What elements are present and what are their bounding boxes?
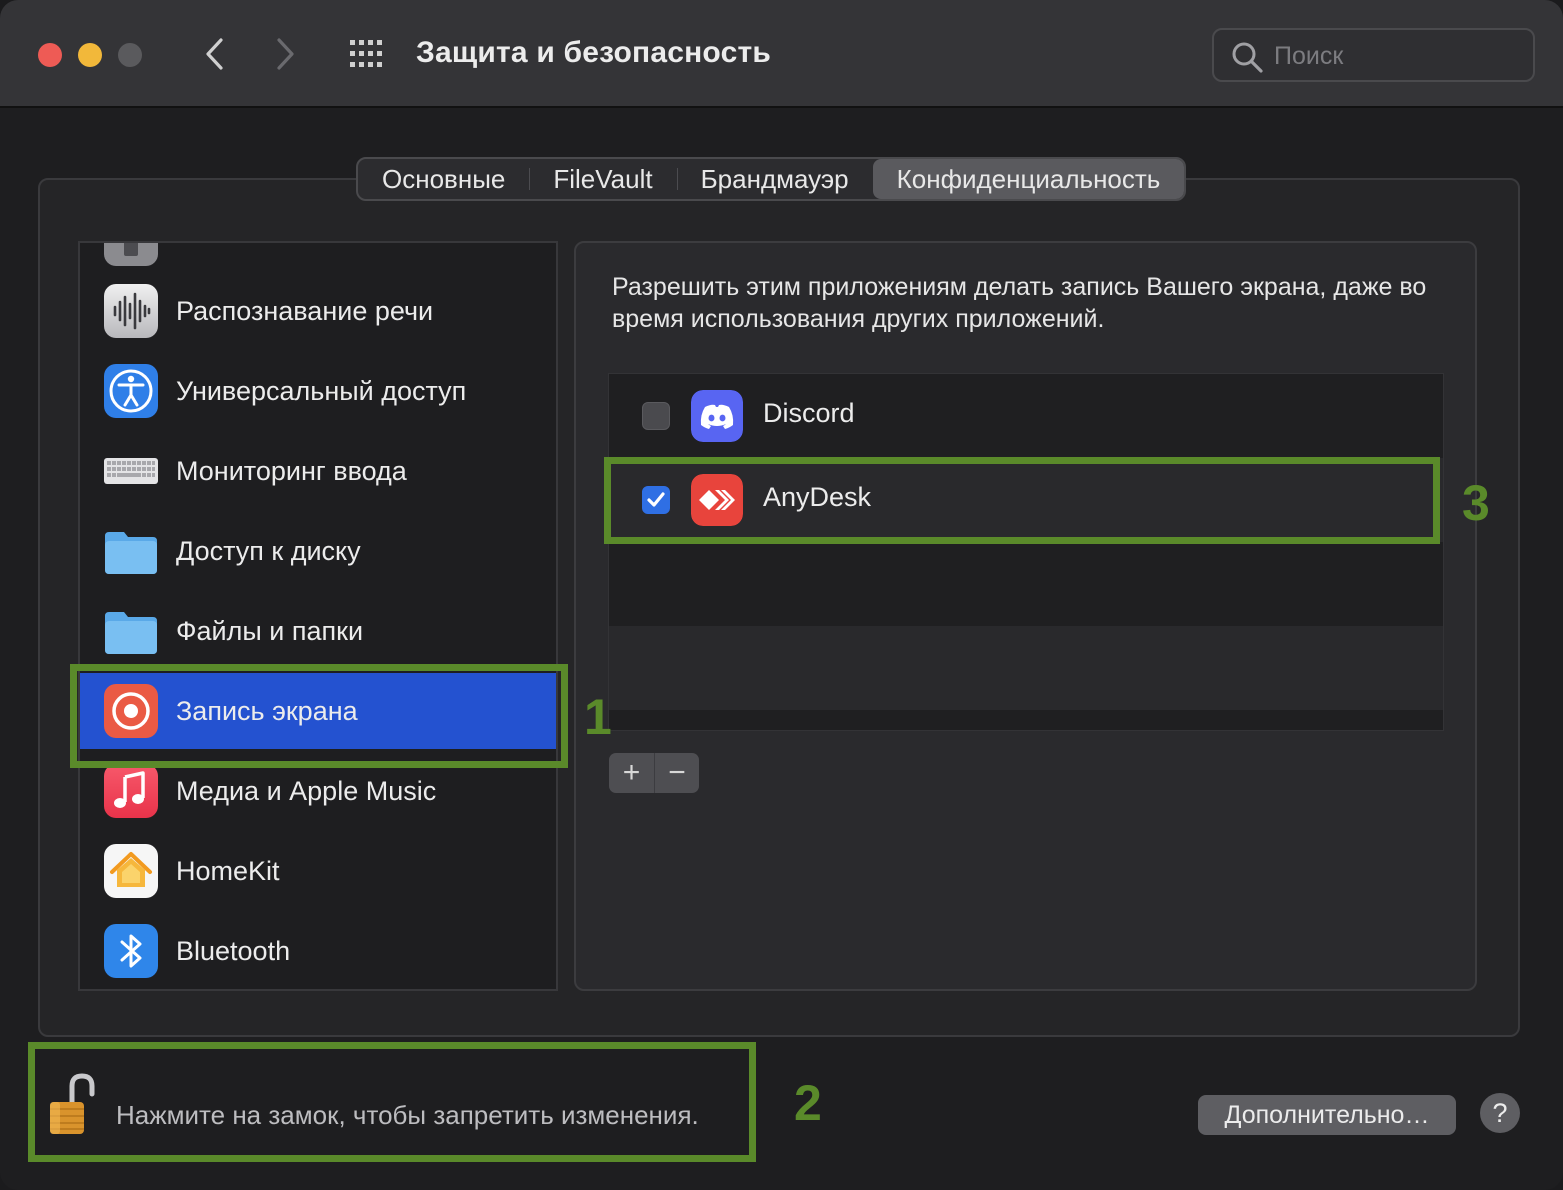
- tab-privacy[interactable]: Конфиденциальность: [872, 159, 1185, 199]
- search-field[interactable]: [1212, 28, 1535, 82]
- folder-icon: [105, 532, 157, 574]
- chevron-right-icon: [277, 38, 294, 70]
- sidebar-item-label: Bluetooth: [176, 935, 291, 966]
- annotation-marker-1: 1: [584, 689, 612, 745]
- discord-checkbox[interactable]: [642, 402, 670, 430]
- speech-recognition-icon: [104, 284, 158, 338]
- music-icon: [104, 764, 158, 818]
- sidebar-item-label: Доступ к диску: [176, 535, 361, 566]
- help-button[interactable]: ?: [1480, 1093, 1520, 1133]
- sidebar-item-label: Распознавание речи: [176, 295, 434, 326]
- annotation-marker-2: 2: [794, 1075, 822, 1131]
- tab-bar: Основные FileVault Брандмауэр Конфиденци…: [356, 157, 1187, 201]
- unlocked-padlock-icon[interactable]: [44, 1072, 100, 1138]
- grid-icon: [350, 40, 382, 67]
- search-icon: [1232, 42, 1263, 73]
- sidebar-item-full-disk-access[interactable]: Доступ к диску: [80, 511, 556, 591]
- sidebar-item-label: HomeKit: [176, 855, 280, 886]
- zoom-window-button[interactable]: [118, 43, 142, 67]
- app-row-anydesk[interactable]: AnyDesk: [609, 458, 1443, 542]
- lock-instruction: Нажмите на замок, чтобы запретить измене…: [116, 1100, 699, 1130]
- sidebar-item-label: Универсальный доступ: [176, 375, 467, 406]
- sidebar-item-label: Мониторинг ввода: [176, 455, 407, 486]
- app-name: Discord: [763, 398, 855, 428]
- sidebar-item-accessibility[interactable]: Универсальный доступ: [80, 351, 556, 431]
- empty-row: [609, 626, 1443, 710]
- sidebar-item-speech-recognition[interactable]: Распознавание речи: [80, 271, 556, 351]
- checkmark-icon: [647, 492, 665, 507]
- privacy-category-list[interactable]: Распознавание речи Универсальный доступ …: [78, 241, 558, 991]
- annotation-marker-3: 3: [1462, 475, 1490, 531]
- keyboard-icon: [104, 458, 158, 484]
- anydesk-checkbox[interactable]: [642, 486, 670, 514]
- sidebar-item-input-monitoring[interactable]: Мониторинг ввода: [80, 431, 556, 511]
- bluetooth-icon: [104, 924, 158, 978]
- screen-record-icon: [104, 684, 158, 738]
- sidebar-item-label: Файлы и папки: [176, 615, 364, 646]
- empty-row: [609, 542, 1443, 626]
- sidebar-item-screen-recording[interactable]: Запись экрана: [80, 673, 556, 749]
- screen-recording-panel: Разрешить этим приложениям делать запись…: [574, 241, 1477, 991]
- show-all-button[interactable]: [346, 36, 390, 72]
- chevron-left-icon: [206, 38, 223, 70]
- sidebar-item-media-apple-music[interactable]: Медиа и Apple Music: [80, 751, 556, 831]
- sidebar-item-label: Медиа и Apple Music: [176, 775, 437, 806]
- tab-general[interactable]: Основные: [358, 159, 529, 199]
- close-window-button[interactable]: [38, 43, 62, 67]
- preferences-window: Защита и безопасность Основные FileVault…: [0, 0, 1563, 1190]
- advanced-button[interactable]: Дополнительно…: [1198, 1095, 1456, 1135]
- app-row-discord[interactable]: Discord: [609, 374, 1443, 458]
- anydesk-icon: [691, 474, 743, 526]
- permission-description: Разрешить этим приложениям делать запись…: [612, 273, 1427, 333]
- sidebar-item-files-and-folders[interactable]: Файлы и папки: [80, 591, 556, 671]
- discord-icon: [691, 390, 743, 442]
- tab-firewall[interactable]: Брандмауэр: [676, 159, 873, 199]
- home-icon: [104, 844, 158, 898]
- add-remove-control: + −: [609, 753, 699, 793]
- title-bar: Защита и безопасность: [0, 0, 1563, 108]
- minimize-window-button[interactable]: [78, 43, 102, 67]
- accessibility-icon: [104, 364, 158, 418]
- folder-icon: [105, 612, 157, 654]
- partial-item-icon: [104, 243, 158, 266]
- back-button[interactable]: [194, 34, 234, 74]
- search-input[interactable]: [1274, 38, 1524, 74]
- sidebar-item-label: Запись экрана: [176, 695, 358, 726]
- app-list[interactable]: Discord AnyDesk: [608, 373, 1444, 731]
- tab-filevault[interactable]: FileVault: [529, 159, 676, 199]
- app-name: AnyDesk: [763, 482, 872, 512]
- sidebar-item-bluetooth[interactable]: Bluetooth: [80, 911, 556, 989]
- remove-app-button[interactable]: −: [654, 753, 699, 793]
- add-app-button[interactable]: +: [609, 753, 654, 793]
- sidebar-item-homekit[interactable]: HomeKit: [80, 831, 556, 911]
- window-title: Защита и безопасность: [416, 36, 771, 69]
- forward-button[interactable]: [266, 34, 306, 74]
